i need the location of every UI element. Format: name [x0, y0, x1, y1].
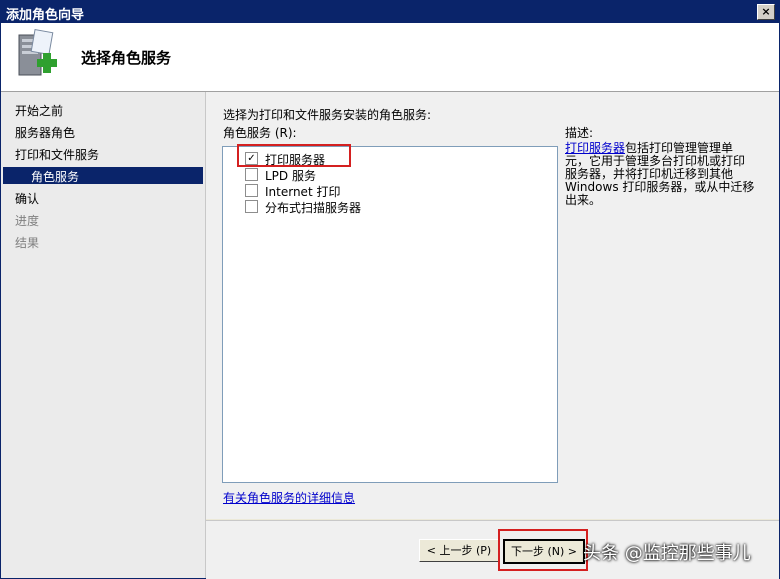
- previous-button[interactable]: < 上一步 (P): [419, 539, 499, 562]
- next-button-highlight: [498, 529, 588, 571]
- step-print-file-services[interactable]: 打印和文件服务: [15, 146, 99, 163]
- distributed-scan-checkbox[interactable]: [245, 200, 258, 213]
- distributed-scan-label: 分布式扫描服务器: [265, 201, 362, 215]
- lpd-service-checkbox[interactable]: [245, 168, 258, 181]
- internet-printing-label: Internet 打印: [265, 185, 341, 199]
- step-role-services[interactable]: 角色服务: [3, 167, 203, 184]
- title-bar: 添加角色向导 ×: [1, 1, 779, 23]
- watermark: 头条 @监控那些事儿: [583, 543, 751, 564]
- main-content: 选择为打印和文件服务安装的角色服务: 角色服务 (R): ✓ 打印服务器 LPD…: [206, 92, 779, 519]
- description-text: 打印服务器包括打印管理管理单元，它用于管理多台打印机或打印服务器，并将打印机迁移…: [565, 142, 755, 207]
- step-progress: 进度: [15, 214, 40, 228]
- close-button[interactable]: ×: [757, 4, 775, 20]
- role-services-list[interactable]: ✓ 打印服务器 LPD 服务 Internet 打印 分布式扫描服务器: [222, 146, 558, 483]
- step-before-you-begin[interactable]: 开始之前: [15, 102, 63, 119]
- wizard-steps-sidebar: 开始之前 服务器角色 打印和文件服务 角色服务 确认 进度 结果: [1, 92, 206, 578]
- step-confirmation[interactable]: 确认: [15, 190, 39, 207]
- wizard-header: 选择角色服务: [1, 23, 779, 92]
- role-services-label: 角色服务 (R):: [223, 126, 297, 140]
- lpd-service-label: LPD 服务: [265, 169, 316, 183]
- step-results: 结果: [15, 236, 40, 250]
- description-link[interactable]: 打印服务器: [565, 141, 625, 155]
- add-roles-wizard-window: 添加角色向导 × 选择角色服务 开始之前 服务器角色 打印和文件服务 角色服务 …: [0, 0, 780, 579]
- step-role-services-label: 角色服务: [31, 170, 80, 184]
- window-title: 添加角色向导: [6, 8, 85, 23]
- print-server-highlight: [237, 144, 351, 167]
- more-info-link[interactable]: 有关角色服务的详细信息: [223, 489, 355, 506]
- intro-text: 选择为打印和文件服务安装的角色服务:: [223, 108, 432, 122]
- internet-printing-checkbox[interactable]: [245, 184, 258, 197]
- page-title: 选择角色服务: [81, 49, 172, 67]
- server-roles-icon: [18, 29, 57, 76]
- step-server-roles[interactable]: 服务器角色: [15, 124, 75, 141]
- description-label: 描述:: [565, 126, 594, 140]
